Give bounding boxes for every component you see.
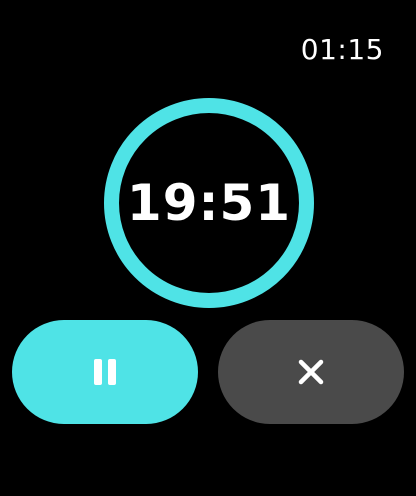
pause-icon [94,359,116,385]
close-icon [298,359,324,385]
cancel-button[interactable] [218,320,404,424]
status-time: 01:15 [300,33,384,66]
timer-progress-ring: 19:51 [104,98,314,308]
pause-button[interactable] [12,320,198,424]
pause-bar-left [94,359,102,385]
pause-bar-right [108,359,116,385]
timer-remaining: 19:51 [126,174,292,232]
